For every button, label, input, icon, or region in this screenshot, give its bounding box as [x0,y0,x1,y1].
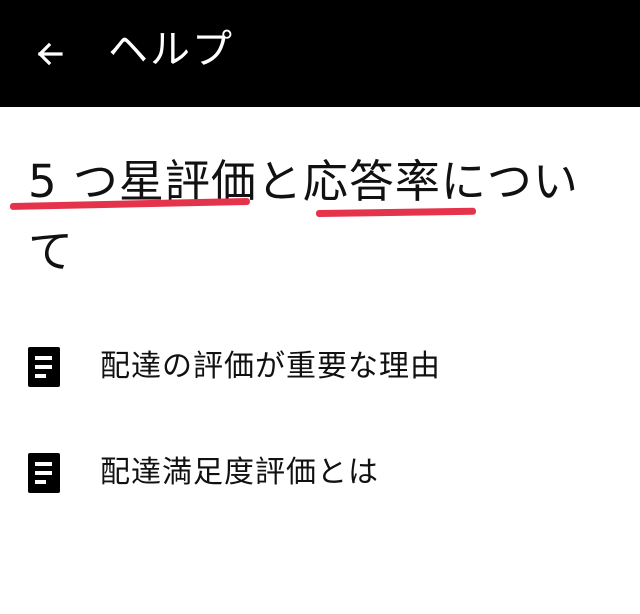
article-link-rating-importance[interactable]: 配達の評価が重要な理由 [28,337,618,397]
page-title: 5 つ星評価と応答率について [28,155,579,278]
app-bar-title: ヘルプ [108,27,234,73]
back-button[interactable] [22,26,78,82]
arrow-left-icon [37,42,63,66]
article-link-satisfaction-rating[interactable]: 配達満足度評価とは [28,443,618,503]
article-label: 配達満足度評価とは [100,455,379,490]
article-label: 配達の評価が重要な理由 [100,349,441,384]
document-icon [28,347,64,387]
app-bar: ヘルプ [0,0,640,107]
document-icon [28,453,64,493]
help-content: 5 つ星評価と応答率について 配達の評価が重要な理由 配達満足度評価とは [0,107,640,614]
